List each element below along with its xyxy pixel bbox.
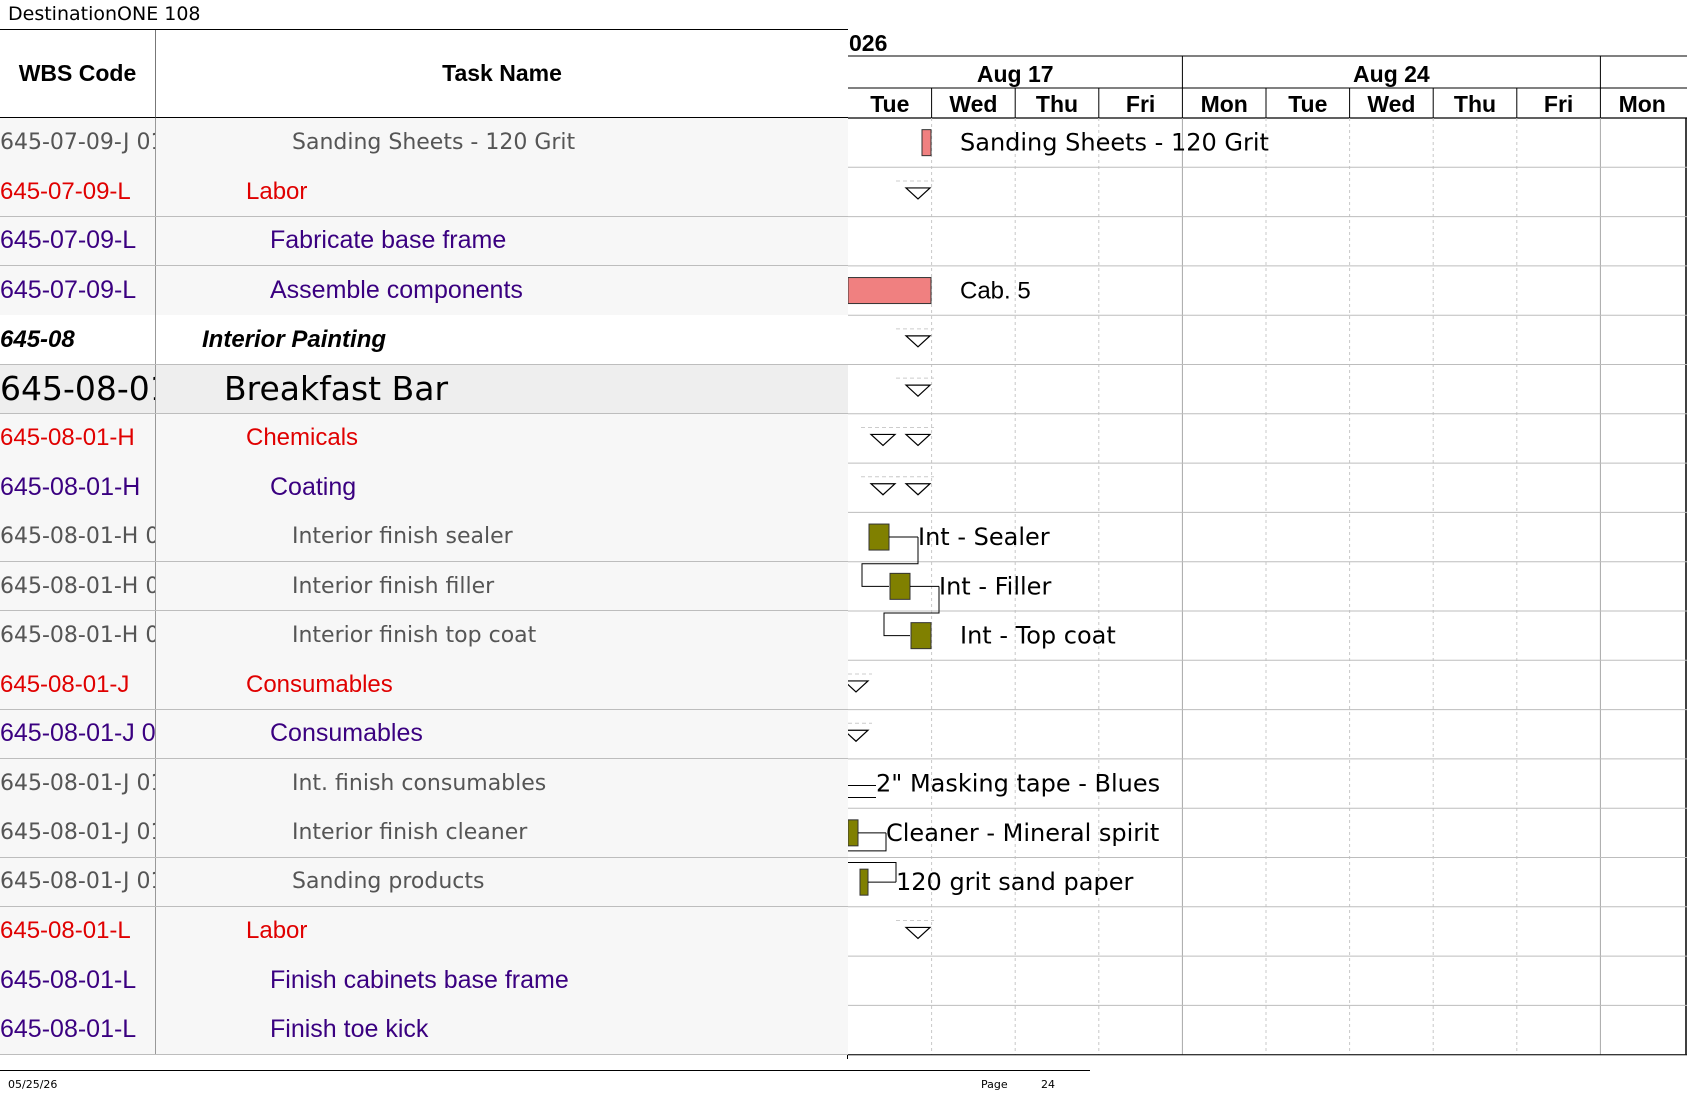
day-header-4: Mon [1201, 91, 1248, 117]
wbs-code-cell: 645-07-09-L [0, 167, 156, 217]
wbs-code-cell: 645-07-09-L [0, 216, 156, 266]
wbs-code-cell: 645-08-01 [0, 364, 156, 414]
table-row[interactable]: 645-08-01-H Chemicals [0, 413, 848, 464]
task-bar-filler [889, 572, 911, 600]
table-row[interactable]: 645-07-09-J 01 Sanding Sheets - 120 Grit [0, 118, 848, 168]
task-name-cell[interactable]: Interior Painting [156, 315, 894, 364]
wbs-code-cell: 645-08-01-J 01 [0, 808, 156, 857]
wbs-code-cell: 645-08-01-H [0, 413, 156, 463]
table-row[interactable]: 645-08-01-H Coating [0, 463, 848, 513]
table-row[interactable]: 645-08-01-J 01 Int. finish consumables [0, 758, 848, 809]
wbs-code-cell: 645-08 [0, 315, 156, 364]
gantt-chart: 026 Aug 17 Aug 24 Tue Wed Thu Fri Mon Tue Wed Thu F… [848, 29, 1687, 1056]
wbs-code-cell: 645-08-01-H 01 [0, 611, 156, 660]
table-row[interactable]: 645-08-01-J 01 Consumables [0, 709, 848, 760]
wbs-code-cell: 645-08-01-H 01 [0, 561, 156, 611]
wbs-code-cell: 645-08-01-H [0, 463, 156, 512]
day-header-3: Fri [1126, 91, 1155, 117]
task-name-cell[interactable]: Labor [156, 167, 938, 216]
wbs-code-cell: 645-08-01-L [0, 956, 156, 1005]
footer-divider [0, 1070, 1090, 1071]
task-bar-sandpaper [859, 868, 869, 896]
week-header-1: Aug 24 [1353, 61, 1430, 87]
footer-date: 05/25/26 [8, 1078, 58, 1091]
year-header-label: 026 [849, 30, 887, 56]
page-title: DestinationONE 108 [8, 3, 201, 25]
table-row[interactable]: 645-08-01 Breakfast Bar [0, 364, 848, 415]
week-header-0: Aug 17 [977, 61, 1054, 87]
wbs-code-cell: 645-08-01-J 01 [0, 709, 156, 759]
day-header-8: Fri [1544, 91, 1573, 117]
day-header-0: Tue [870, 91, 909, 117]
day-header-2: Thu [1036, 91, 1078, 117]
table-row[interactable]: 645-08-01-H 01 Interior finish sealer [0, 512, 848, 563]
task-bar-topcoat [910, 622, 932, 650]
task-bar-sealer [868, 523, 890, 551]
day-header-1: Wed [949, 91, 997, 117]
task-bar-sanding [921, 129, 932, 157]
day-header-7: Thu [1454, 91, 1496, 117]
wbs-code-cell: 645-08-01-L [0, 1005, 156, 1055]
table-row[interactable]: 645-08-01-J 01 Sanding products [0, 857, 848, 908]
task-name-cell[interactable]: Finish toe kick [156, 1005, 962, 1054]
bar-label-topcoat: Int - Top coat [960, 622, 1116, 650]
table-row[interactable]: 645-08-01-L Finish toe kick [0, 1005, 848, 1056]
table-row[interactable]: 645-08 Interior Painting [0, 315, 848, 365]
table-row[interactable]: 645-08-01-L Finish cabinets base frame [0, 956, 848, 1006]
table-row[interactable]: 645-08-01-H 01 Interior finish filler [0, 561, 848, 612]
column-header-wbs[interactable]: WBS Code [0, 30, 156, 118]
footer-page-number: 24 [1041, 1078, 1055, 1091]
task-bar-cleaner [848, 819, 859, 847]
task-name-cell[interactable]: Consumables [156, 660, 938, 709]
task-name-cell[interactable]: Fabricate base frame [156, 217, 962, 266]
task-bar-assemble [848, 277, 932, 305]
table-row[interactable]: 645-07-09-L Labor [0, 167, 848, 218]
wbs-code-cell: 645-08-01-L [0, 906, 156, 956]
task-name-cell[interactable]: Labor [156, 907, 938, 956]
bar-label-sandpaper: 120 grit sand paper [896, 868, 1133, 896]
table-row[interactable]: 645-08-01-J Consumables [0, 660, 848, 711]
task-name-cell[interactable]: Chemicals [156, 414, 938, 463]
bar-label-filler: Int - Filler [939, 572, 1051, 600]
day-header-6: Wed [1367, 91, 1415, 117]
column-header-task[interactable]: Task Name [156, 30, 848, 118]
table-row[interactable]: 645-08-01-L Labor [0, 906, 848, 957]
wbs-code-cell: 645-08-01-J 01 [0, 857, 156, 907]
task-name-cell[interactable]: Finish cabinets base frame [156, 956, 962, 1005]
bar-label-cleaner: Cleaner - Mineral spirit [886, 819, 1159, 847]
task-name-cell[interactable]: Assemble components [156, 266, 962, 315]
table-row[interactable]: 645-08-01-J 01 Interior finish cleaner [0, 808, 848, 858]
bar-label-sanding: Sanding Sheets - 120 Grit [960, 129, 1269, 157]
bar-label-sealer: Int - Sealer [918, 523, 1050, 551]
task-name-cell[interactable]: Coating [156, 463, 962, 512]
bar-label-masking: 2" Masking tape - Blues [876, 770, 1160, 798]
bar-label-cab5: Cab. 5 [960, 278, 1031, 305]
day-header-9: Mon [1619, 91, 1666, 117]
task-name-cell[interactable]: Consumables [156, 710, 962, 759]
table-row[interactable]: 645-08-01-H 01 Interior finish top coat [0, 611, 848, 661]
wbs-code-cell: 645-07-09-L [0, 265, 156, 315]
table-row[interactable]: 645-07-09-L Fabricate base frame [0, 216, 848, 267]
wbs-code-cell: 645-07-09-J 01 [0, 118, 156, 167]
task-name-cell[interactable]: Breakfast Bar [156, 365, 916, 414]
wbs-code-cell: 645-08-01-J [0, 660, 156, 710]
wbs-code-cell: 645-08-01-H 01 [0, 512, 156, 562]
footer-page-label: Page [981, 1078, 1008, 1091]
table-row[interactable]: 645-07-09-L Assemble components [0, 265, 848, 316]
wbs-code-cell: 645-08-01-J 01 [0, 758, 156, 808]
day-header-5: Tue [1288, 91, 1327, 117]
